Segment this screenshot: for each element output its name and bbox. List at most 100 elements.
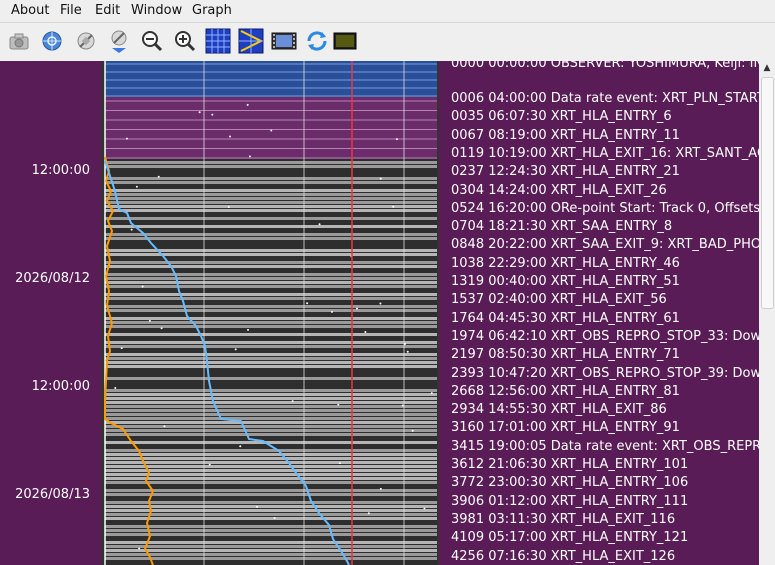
stripe [105,497,437,500]
grid-button[interactable] [204,27,232,55]
display-button[interactable] [331,27,359,55]
stripe [105,189,437,192]
event-list-scrollbar[interactable]: ▲ [759,61,775,565]
data-point [411,429,414,432]
stripe [105,305,437,308]
event-list-item[interactable]: 2668 12:56:00 XRT_HLA_ENTRY_81 [451,384,680,399]
data-point [138,547,141,550]
stripe [105,453,437,456]
stripe [105,325,437,328]
zoom-out-button[interactable] [138,27,166,55]
stripe [105,553,437,556]
main-panel: 12:00:00 2026/08/12 12:00:00 2026/08/13 … [0,61,775,565]
data-point [306,302,309,305]
satellite-download-button[interactable] [105,27,133,55]
data-point [356,307,359,310]
stripe [105,533,437,536]
timeline-graph[interactable] [101,61,439,565]
event-list-item[interactable]: 2197 08:50:30 XRT_HLA_ENTRY_71 [451,347,680,362]
stripe [105,205,437,208]
refresh-button[interactable] [303,27,331,55]
zoom-in-icon [175,31,196,52]
satellite-download-icon [111,30,127,53]
refresh-icon [307,31,327,51]
film-icon [271,32,297,50]
menu-window[interactable]: Window [131,3,182,18]
data-point [246,103,249,106]
film-button[interactable] [270,27,298,55]
zigzag-grid-button[interactable] [237,27,265,55]
stripe [105,465,437,468]
stripe [105,417,437,420]
event-list-item[interactable]: 0000 00:00:00 OBSERVER: YOSHIMURA, Keiji… [451,61,759,71]
data-point [163,425,166,428]
event-list-item[interactable]: 3415 19:00:05 Data rate event: XRT_OBS_R… [451,439,759,454]
stripe [105,385,437,388]
event-list-item[interactable]: 3772 23:00:30 XRT_HLA_ENTRY_106 [451,475,688,490]
data-point [135,185,138,188]
event-list-item[interactable]: 0006 04:00:00 Data rate event: XRT_PLN_S… [451,91,759,106]
event-list-item[interactable]: 0848 20:22:00 XRT_SAA_EXIT_9: XRT_BAD_PH… [451,237,759,252]
stripe [105,249,437,252]
stripe [105,349,437,352]
band-blue [105,61,437,97]
menu-file[interactable]: File [60,3,82,18]
timeline-graph-canvas[interactable] [101,61,439,565]
event-list-item[interactable]: 3981 03:11:30 XRT_HLA_EXIT_116 [451,512,675,527]
scroll-up-arrow-icon[interactable]: ▲ [759,61,775,75]
event-list-item[interactable]: 4109 05:17:00 XRT_HLA_ENTRY_121 [451,530,688,545]
stripe [105,377,437,380]
event-list-item[interactable]: 0237 12:24:30 XRT_HLA_ENTRY_21 [451,164,680,179]
stripe [105,509,437,512]
data-point [141,285,144,288]
event-list-item[interactable]: 2934 14:55:30 XRT_HLA_EXIT_86 [451,402,667,417]
data-point [291,400,294,403]
event-list-item[interactable]: 0304 14:24:00 XRT_HLA_EXIT_26 [451,183,667,198]
event-list-item[interactable]: 2393 10:47:20 XRT_OBS_REPRO_STOP_39: Dow… [451,366,759,381]
stripe [105,357,437,360]
data-point [403,342,406,345]
event-list-item[interactable]: 3906 01:12:00 XRT_HLA_ENTRY_111 [451,494,688,509]
stripe [105,333,437,336]
zoom-in-button[interactable] [171,27,199,55]
event-list-item[interactable]: 4256 07:16:30 XRT_HLA_EXIT_126 [451,549,675,564]
event-list-item[interactable]: 1038 22:29:00 XRT_HLA_ENTRY_46 [451,256,680,271]
stripe [105,529,437,532]
camera-button[interactable] [5,27,33,55]
stripe [105,213,437,216]
scrollbar-thumb[interactable] [761,77,774,309]
stripe [105,485,437,488]
data-point [227,205,230,208]
stripe [105,449,437,452]
globe-settings-button[interactable] [38,27,66,55]
stripe [105,181,437,184]
event-list-item[interactable]: 1764 04:45:30 XRT_HLA_ENTRY_61 [451,311,680,326]
event-list-item[interactable]: 0119 10:19:00 XRT_HLA_EXIT_16: XRT_SANT_… [451,146,759,161]
satellite-button[interactable] [72,27,100,55]
data-point [395,138,398,141]
menu-edit[interactable]: Edit [95,3,120,18]
stripe [105,341,437,344]
event-list-item[interactable]: 1319 00:40:00 XRT_HLA_ENTRY_51 [451,274,680,289]
stripe [105,301,437,304]
event-list-item[interactable]: 0067 08:19:00 XRT_HLA_ENTRY_11 [451,128,680,143]
data-point [208,463,211,466]
event-list-item[interactable]: 1537 02:40:00 XRT_HLA_EXIT_56 [451,292,667,307]
data-point [120,347,123,350]
zoom-out-icon [142,31,163,52]
event-list-item[interactable]: 1974 06:42:10 XRT_OBS_REPRO_STOP_33: Dow… [451,329,759,344]
event-list-item[interactable]: 0704 18:21:30 XRT_SAA_ENTRY_8 [451,219,672,234]
event-list[interactable]: 0000 00:00:00 OBSERVER: YOSHIMURA, Keiji… [442,61,759,565]
event-list-item[interactable]: 0524 16:20:00 ORe-point Start: Track 0, … [451,201,759,216]
globe-settings-icon [42,31,62,51]
timeline-tick-label: 2026/08/13 [15,487,90,502]
menu-about[interactable]: About [11,3,49,18]
data-point [125,137,128,140]
stripe [105,537,437,540]
event-list-item[interactable]: 3612 21:06:30 XRT_HLA_ENTRY_101 [451,457,688,472]
data-point [406,350,409,353]
menu-graph[interactable]: Graph [192,3,232,18]
stripe [105,309,437,312]
event-list-item[interactable]: 3160 17:01:00 XRT_HLA_ENTRY_91 [451,420,680,435]
event-list-item[interactable]: 0035 06:07:30 XRT_HLA_ENTRY_6 [451,109,672,124]
